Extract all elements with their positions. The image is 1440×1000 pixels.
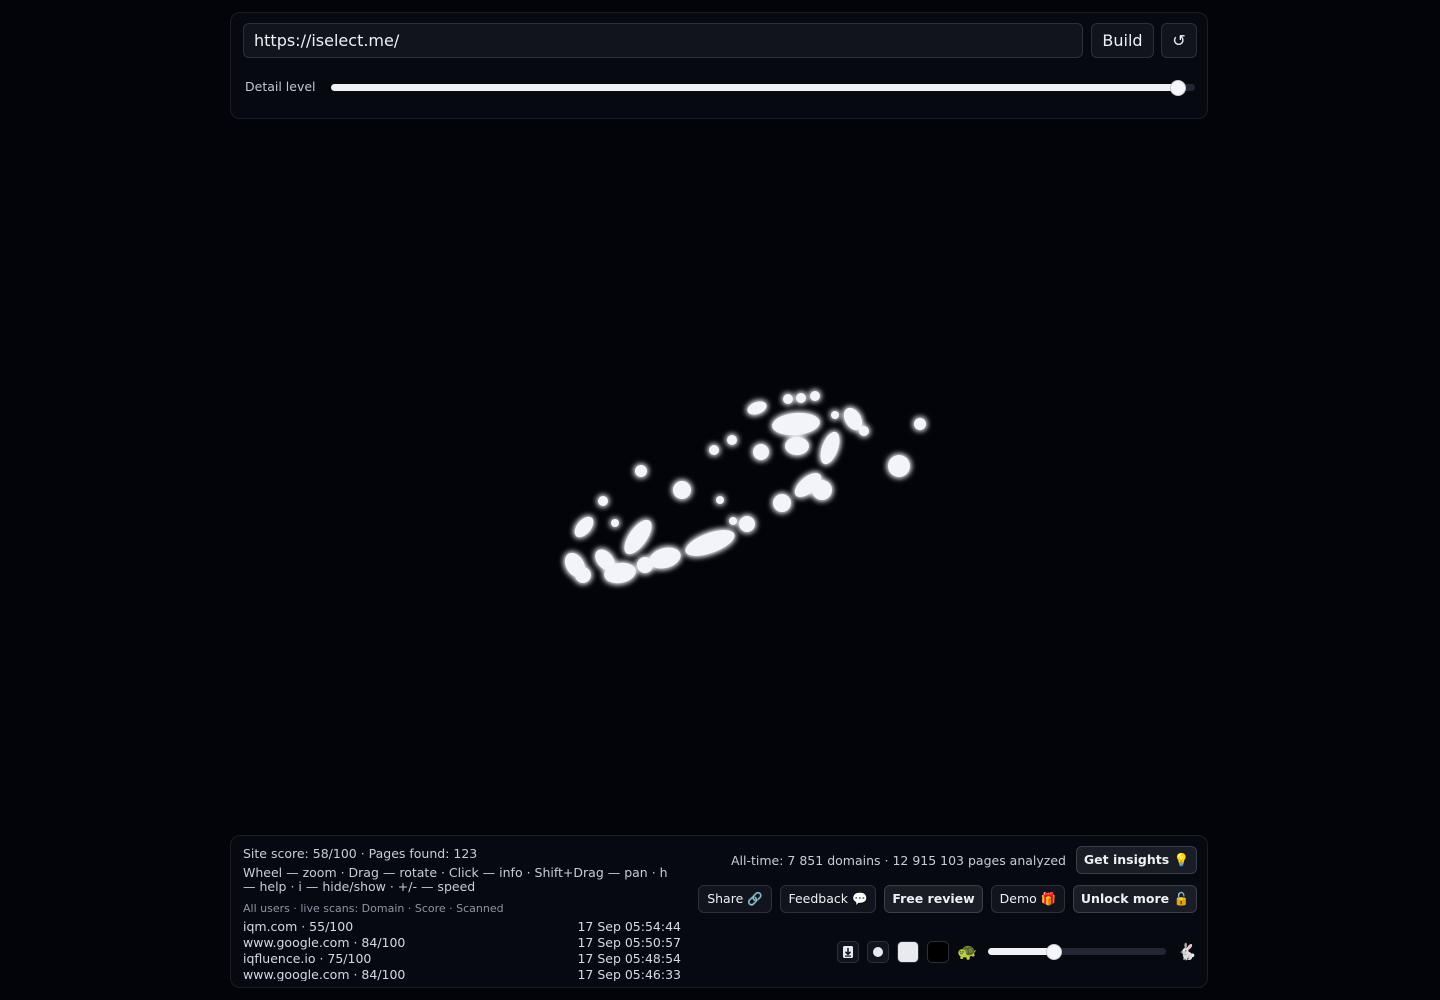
list-item[interactable]: iqfluence.io · 75/100 17 Sep 05:48:54 — [243, 951, 681, 967]
scan-domain: iqm.com · 55/100 — [243, 919, 354, 934]
dot-large-icon[interactable] — [897, 941, 919, 963]
detail-level-thumb[interactable] — [1169, 79, 1186, 96]
rabbit-icon: 🐇 — [1177, 942, 1197, 961]
graph-node[interactable] — [783, 394, 793, 404]
graph-node[interactable] — [785, 437, 809, 455]
graph-node[interactable] — [598, 496, 608, 506]
reset-button[interactable]: ↺ — [1161, 23, 1197, 58]
scan-time: 17 Sep 05:46:33 — [577, 967, 681, 981]
graph-node[interactable] — [914, 418, 926, 430]
export-icon-glyph — [843, 946, 853, 958]
live-scans-list: iqm.com · 55/100 17 Sep 05:54:44 www.goog… — [243, 919, 681, 981]
graph-node[interactable] — [831, 411, 839, 419]
graph-node[interactable] — [571, 513, 597, 540]
graph-node[interactable] — [796, 393, 806, 403]
graph-node[interactable] — [637, 557, 653, 573]
get-insights-button[interactable]: Get insights 💡 — [1076, 846, 1197, 874]
feedback-button[interactable]: Feedback 💬 — [780, 885, 876, 913]
graph-node[interactable] — [673, 481, 691, 499]
graph-node[interactable] — [859, 426, 869, 436]
graph-node[interactable] — [739, 516, 755, 532]
graph-node[interactable] — [810, 391, 820, 401]
alltime-stats: All-time: 7 851 domains · 12 915 103 pag… — [731, 853, 1066, 868]
detail-level-label: Detail level — [245, 79, 316, 94]
graph-node[interactable] — [746, 399, 769, 417]
speed-fill — [988, 948, 1054, 955]
detail-level-fill — [331, 84, 1178, 91]
help-text: Wheel — zoom · Drag — rotate · Click — i… — [243, 865, 668, 894]
speed-slider[interactable] — [988, 943, 1166, 960]
dot-small-glyph — [873, 947, 883, 957]
graph-node[interactable] — [716, 496, 724, 504]
list-item[interactable]: iqm.com · 55/100 17 Sep 05:54:44 — [243, 919, 681, 935]
dot-small-icon[interactable] — [867, 941, 889, 963]
scan-time: 17 Sep 05:50:57 — [577, 935, 681, 950]
list-item[interactable]: www.google.com · 84/100 17 Sep 05:50:57 — [243, 935, 681, 951]
graph-node[interactable] — [619, 515, 657, 558]
graph-node[interactable] — [729, 517, 737, 525]
share-button[interactable]: Share 🔗 — [698, 885, 772, 913]
scan-time: 17 Sep 05:48:54 — [577, 951, 681, 966]
graph-node[interactable] — [709, 445, 719, 455]
scan-domain: iqfluence.io · 75/100 — [243, 951, 372, 966]
free-review-button[interactable]: Free review — [884, 885, 983, 913]
graph-node[interactable] — [771, 411, 821, 437]
live-scans-header: All users · live scans: Domain · Score ·… — [243, 902, 504, 915]
graph-node[interactable] — [635, 465, 647, 477]
graph-node[interactable] — [753, 444, 769, 460]
url-input[interactable] — [243, 23, 1083, 58]
graph-node[interactable] — [727, 435, 737, 445]
graph-node[interactable] — [812, 480, 832, 500]
graph-nodes[interactable] — [561, 391, 926, 586]
speed-thumb[interactable] — [1045, 943, 1062, 960]
export-icon[interactable] — [837, 941, 859, 963]
detail-level-slider[interactable] — [331, 79, 1195, 96]
graph-node[interactable] — [773, 494, 791, 512]
site-stats: Site score: 58/100 · Pages found: 123 — [243, 846, 478, 861]
graph-node[interactable] — [888, 455, 910, 477]
dark-square-icon[interactable] — [927, 941, 949, 963]
graph-node[interactable] — [575, 567, 591, 583]
list-item[interactable]: www.google.com · 84/100 17 Sep 05:46:33 — [243, 967, 681, 981]
graph-node[interactable] — [682, 525, 738, 562]
scan-time: 17 Sep 05:54:44 — [577, 919, 681, 934]
top-panel: Build ↺ Detail level — [230, 12, 1208, 119]
bottom-panel: Site score: 58/100 · Pages found: 123 Wh… — [230, 835, 1208, 988]
demo-button[interactable]: Demo 🎁 — [991, 885, 1065, 913]
scan-domain: www.google.com · 84/100 — [243, 935, 406, 950]
graph-node[interactable] — [817, 429, 844, 466]
unlock-more-button[interactable]: Unlock more 🔓 — [1073, 885, 1197, 913]
turtle-icon: 🐢 — [957, 942, 977, 961]
graph-node[interactable] — [611, 519, 619, 527]
scan-domain: www.google.com · 84/100 — [243, 967, 406, 981]
build-button[interactable]: Build — [1091, 23, 1154, 58]
